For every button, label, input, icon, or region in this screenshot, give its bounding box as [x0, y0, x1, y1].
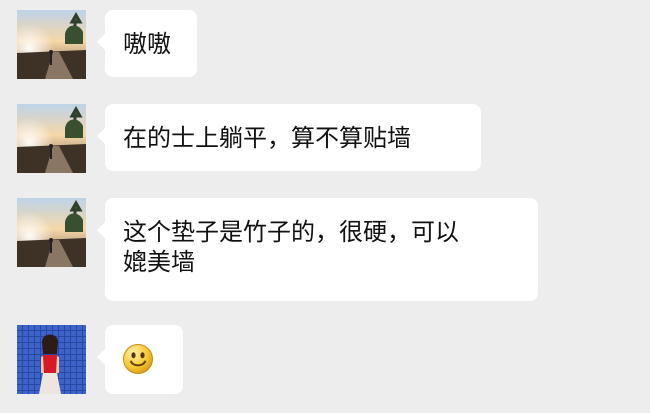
message-text-line-2: 媲美墙 — [123, 248, 195, 276]
landscape-photo-icon — [17, 198, 86, 267]
portrait-photo-icon — [17, 325, 86, 394]
message-text-line-1: 在的士上躺平，算不算贴墙 — [123, 124, 411, 152]
chat-bubble[interactable]: 这个垫子是竹子的，很硬，可以 媲美墙 — [97, 198, 538, 301]
message-text-line-1: 嗷嗷 — [123, 30, 171, 58]
chat-bubble[interactable] — [97, 325, 183, 394]
avatar[interactable] — [17, 325, 86, 394]
smile-emoji-icon — [123, 344, 153, 374]
landscape-photo-icon — [17, 104, 86, 173]
message-text-line-1: 这个垫子是竹子的，很硬，可以 — [123, 218, 459, 246]
avatar[interactable] — [17, 198, 86, 267]
landscape-photo-icon — [17, 10, 86, 79]
avatar[interactable] — [17, 104, 86, 173]
chat-bubble[interactable]: 在的士上躺平，算不算贴墙 — [97, 104, 481, 171]
chat-bubble[interactable]: 嗷嗷 — [97, 10, 197, 77]
avatar[interactable] — [17, 10, 86, 79]
